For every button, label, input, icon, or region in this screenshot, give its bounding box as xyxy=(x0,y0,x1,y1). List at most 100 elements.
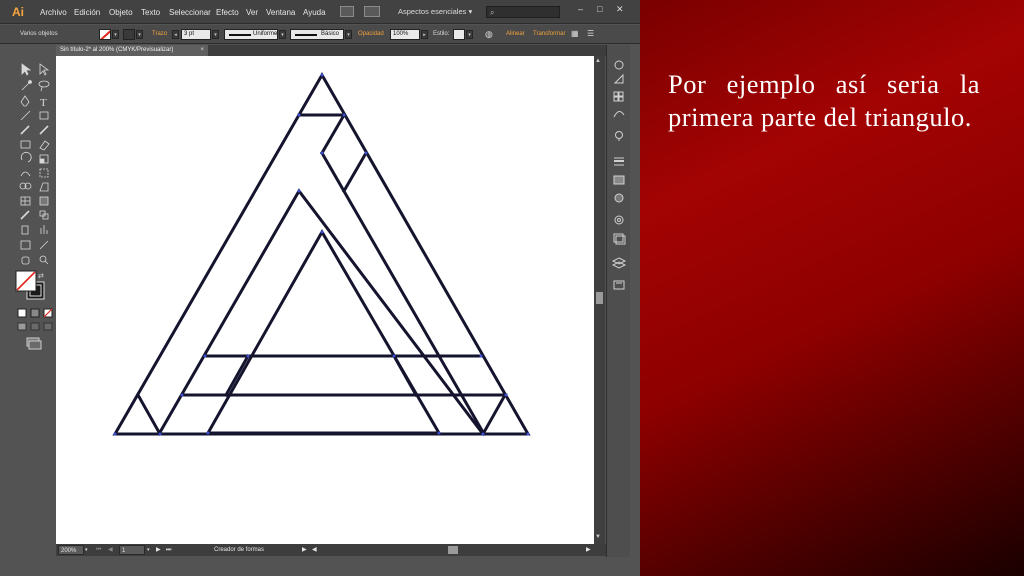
screen-mode-icon[interactable] xyxy=(26,337,42,350)
opacity-label[interactable]: Opacidad xyxy=(358,31,384,37)
color-guide-icon[interactable] xyxy=(613,73,624,84)
arrange-documents-icon[interactable] xyxy=(364,6,380,17)
bridge-icon[interactable] xyxy=(340,6,354,17)
tool-free-transform-icon[interactable] xyxy=(39,168,49,178)
tool-mesh-icon[interactable] xyxy=(20,196,31,206)
menu-archivo[interactable]: Archivo xyxy=(40,8,67,17)
tool-slice-icon[interactable] xyxy=(39,240,49,250)
variable-width-profile[interactable]: Uniforme xyxy=(224,29,278,40)
menu-ventana[interactable]: Ventana xyxy=(266,8,295,17)
status-menu-icon[interactable]: ▶ xyxy=(302,545,307,555)
brush-dropdown[interactable]: ▾ xyxy=(345,30,352,39)
prev-artboard-icon[interactable]: ◀ xyxy=(108,545,113,555)
help-search-input[interactable]: ⌕ xyxy=(486,6,560,18)
brush-definition[interactable]: Básico xyxy=(290,29,344,40)
menu-texto[interactable]: Texto xyxy=(141,8,160,17)
zoom-dropdown[interactable]: ▾ xyxy=(85,545,88,555)
align-link[interactable]: Alinear xyxy=(506,31,525,37)
menu-edicion[interactable]: Edición xyxy=(74,8,100,17)
tool-shape-builder-icon[interactable] xyxy=(19,182,32,190)
opacity-field[interactable]: 100% xyxy=(390,29,420,40)
tool-width-icon[interactable] xyxy=(20,171,31,177)
tool-symbol-sprayer-icon[interactable] xyxy=(21,225,29,235)
tool-magic-wand-icon[interactable] xyxy=(21,80,32,91)
triangle-artwork[interactable] xyxy=(56,56,594,544)
isolate-icon[interactable]: ▦ xyxy=(571,29,579,38)
menu-ver[interactable]: Ver xyxy=(246,8,258,17)
tool-perspective-icon[interactable] xyxy=(39,182,49,192)
stroke-swatch[interactable] xyxy=(123,29,135,40)
color-panel-icon[interactable] xyxy=(614,60,624,70)
gradient-panel-icon[interactable] xyxy=(613,175,625,185)
swatches-panel-icon[interactable] xyxy=(613,91,624,102)
recolor-artwork-icon[interactable]: ◍ xyxy=(485,29,493,40)
stroke-label[interactable]: Trazo xyxy=(152,31,167,37)
graphic-styles-icon[interactable] xyxy=(613,233,626,245)
transform-link[interactable]: Transformar xyxy=(533,31,565,37)
stroke-weight-dropdown[interactable]: ▾ xyxy=(212,30,219,39)
menu-ayuda[interactable]: Ayuda xyxy=(303,8,326,17)
tool-rectangle-icon[interactable] xyxy=(39,111,49,120)
appearance-panel-icon[interactable] xyxy=(614,215,624,225)
tool-pencil-icon[interactable] xyxy=(39,125,49,135)
tool-artboard-icon[interactable] xyxy=(20,240,31,250)
artboards-panel-icon[interactable] xyxy=(613,280,625,290)
brushes-panel-icon[interactable] xyxy=(613,111,625,118)
tool-type-icon[interactable]: T xyxy=(40,97,47,109)
scroll-right-icon[interactable]: ▶ xyxy=(586,545,591,555)
tool-rotate-icon[interactable] xyxy=(20,151,32,163)
tool-column-graph-icon[interactable] xyxy=(40,225,48,234)
close-window-button[interactable]: ✕ xyxy=(616,4,624,15)
transparency-panel-icon[interactable] xyxy=(614,193,624,203)
artboard-number-field[interactable]: 1 xyxy=(119,545,145,555)
maximize-button[interactable]: □ xyxy=(597,4,602,14)
symbols-panel-icon[interactable] xyxy=(615,131,623,142)
horizontal-scroll-thumb[interactable] xyxy=(448,546,458,554)
tool-selection-icon[interactable] xyxy=(21,63,32,76)
menu-efecto[interactable]: Efecto xyxy=(216,8,239,17)
stroke-panel-icon[interactable] xyxy=(614,157,624,166)
scroll-left-icon[interactable]: ◀ xyxy=(312,545,317,555)
menu-objeto[interactable]: Objeto xyxy=(109,8,133,17)
tool-scale-icon[interactable] xyxy=(39,154,49,164)
document-tab[interactable]: Sin título-2* al 200% (CMYK/Previsualiza… xyxy=(56,45,208,56)
first-artboard-icon[interactable]: ⏮ xyxy=(96,545,101,555)
menu-seleccionar[interactable]: Seleccionar xyxy=(169,8,211,17)
stroke-weight-stepper[interactable]: ◂ xyxy=(172,30,179,39)
color-mode-buttons[interactable] xyxy=(17,308,53,318)
scroll-down-icon[interactable]: ▼ xyxy=(595,534,601,540)
scroll-up-icon[interactable]: ▲ xyxy=(595,58,601,64)
tool-lasso-icon[interactable] xyxy=(38,80,50,92)
opacity-dropdown[interactable]: ▸ xyxy=(421,30,428,39)
fill-swatch[interactable] xyxy=(99,29,111,40)
fill-dropdown[interactable]: ▾ xyxy=(112,30,119,39)
vertical-scroll-thumb[interactable] xyxy=(596,292,603,304)
tool-gradient-icon[interactable] xyxy=(39,196,49,206)
panel-menu-icon[interactable]: ☰ xyxy=(587,29,594,38)
minimize-button[interactable]: – xyxy=(578,4,583,14)
tool-eraser-icon[interactable] xyxy=(39,140,50,151)
artboard-dropdown[interactable]: ▾ xyxy=(147,545,150,555)
profile-dropdown[interactable]: ▾ xyxy=(279,30,286,39)
vertical-scrollbar[interactable]: ▲ ▼ xyxy=(594,56,605,544)
tool-blend-icon[interactable] xyxy=(39,210,49,220)
fill-stroke-widget[interactable]: ⇄ xyxy=(15,270,45,300)
tool-blob-brush-icon[interactable] xyxy=(20,140,31,149)
tool-zoom-icon[interactable] xyxy=(39,255,49,265)
graphic-style-swatch[interactable] xyxy=(453,29,465,40)
tool-direct-selection-icon[interactable] xyxy=(39,63,50,76)
next-artboard-icon[interactable]: ▶ xyxy=(156,545,161,555)
tool-line-icon[interactable] xyxy=(20,110,31,121)
style-dropdown[interactable]: ▾ xyxy=(466,30,473,39)
stroke-dropdown[interactable]: ▾ xyxy=(136,30,143,39)
artboard-canvas[interactable] xyxy=(56,56,594,544)
draw-mode-buttons[interactable] xyxy=(17,322,53,331)
close-tab-icon[interactable]: × xyxy=(200,45,204,56)
stroke-weight-field[interactable]: 3 pt xyxy=(181,29,211,40)
tool-paintbrush-icon[interactable] xyxy=(20,125,30,135)
tool-pen-icon[interactable] xyxy=(20,95,30,107)
layers-panel-icon[interactable] xyxy=(611,257,627,269)
tool-eyedropper-icon[interactable] xyxy=(20,210,30,220)
last-artboard-icon[interactable]: ⏭ xyxy=(166,545,171,555)
zoom-field[interactable]: 200% xyxy=(58,545,84,555)
